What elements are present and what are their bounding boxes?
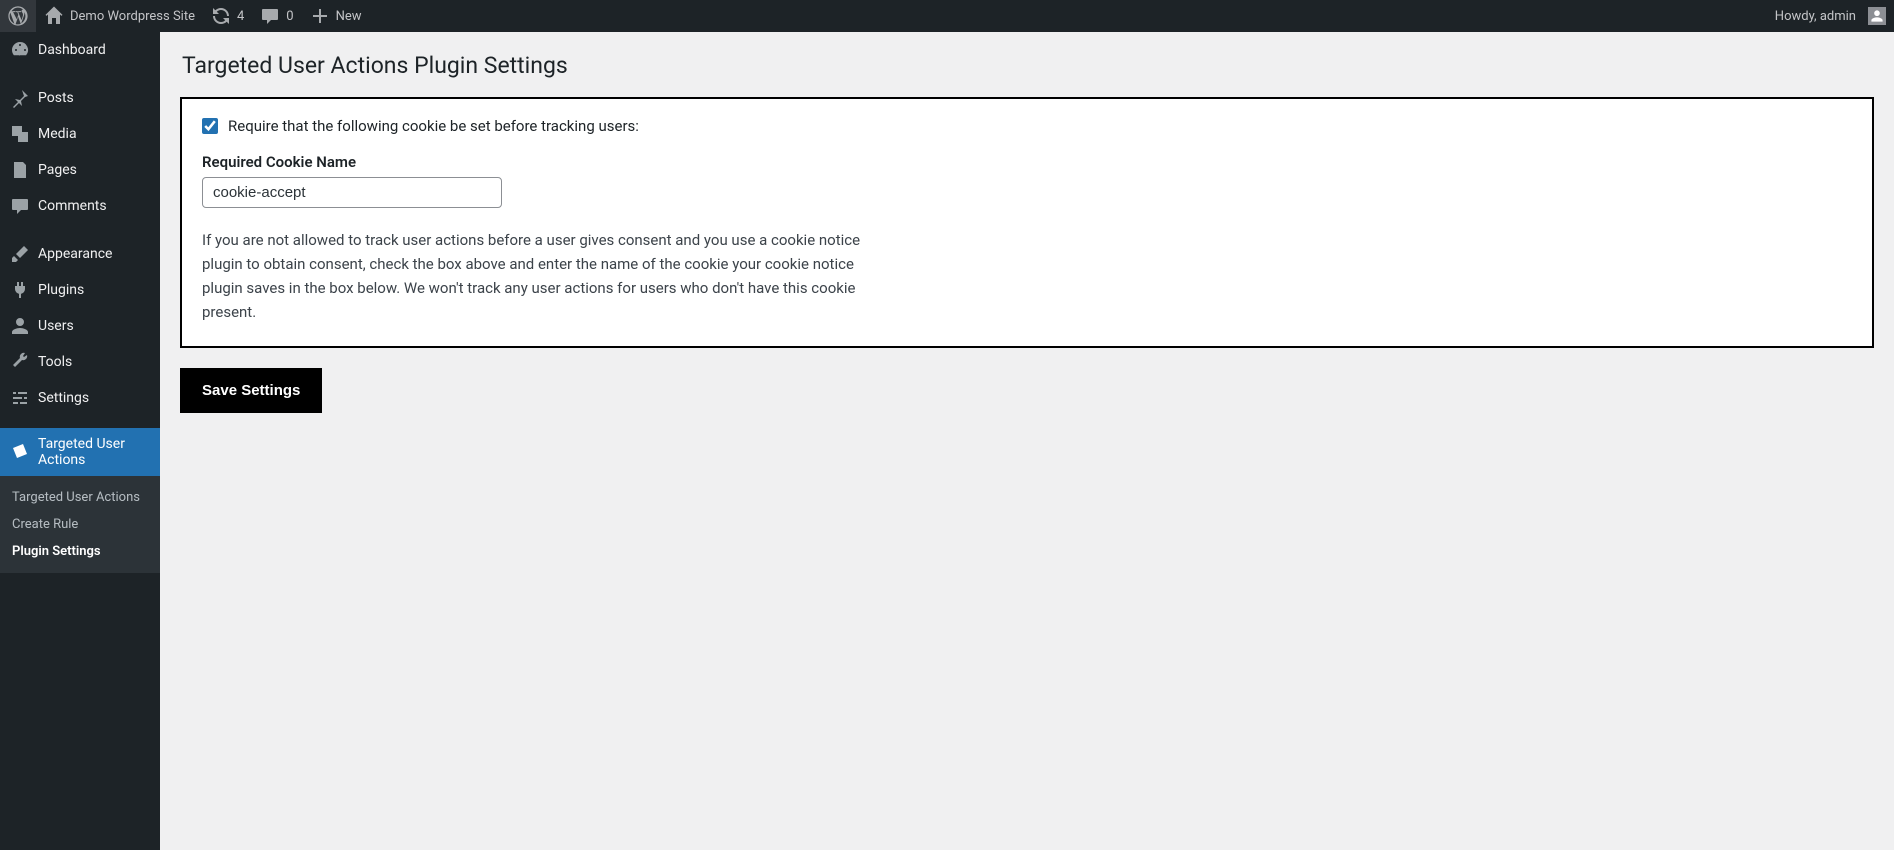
sidebar-item-label: Posts bbox=[38, 90, 74, 106]
new-label: New bbox=[336, 9, 362, 24]
site-name-link[interactable]: Demo Wordpress Site bbox=[36, 0, 203, 32]
sidebar-item-label: Tools bbox=[38, 354, 72, 370]
admin-toolbar: Demo Wordpress Site 4 0 New Howdy, admin bbox=[0, 0, 1894, 32]
sidebar-item-comments[interactable]: Comments bbox=[0, 188, 160, 224]
sidebar-item-pages[interactable]: Pages bbox=[0, 152, 160, 188]
howdy-text: Howdy, admin bbox=[1775, 9, 1856, 24]
sidebar-item-label: Settings bbox=[38, 390, 89, 406]
sidebar-item-media[interactable]: Media bbox=[0, 116, 160, 152]
new-content-link[interactable]: New bbox=[302, 0, 370, 32]
sidebar-item-posts[interactable]: Posts bbox=[0, 80, 160, 116]
submenu-item-plugin-settings[interactable]: Plugin Settings bbox=[0, 538, 160, 565]
help-text: If you are not allowed to track user act… bbox=[202, 228, 862, 324]
sidebar-item-label: Media bbox=[38, 126, 77, 142]
require-cookie-label: Require that the following cookie be set… bbox=[228, 117, 639, 135]
dashboard-icon bbox=[10, 40, 30, 60]
wp-logo-menu[interactable] bbox=[0, 0, 36, 32]
sidebar-item-label: Users bbox=[38, 318, 74, 334]
media-icon bbox=[10, 124, 30, 144]
submenu-item-create-rule[interactable]: Create Rule bbox=[0, 511, 160, 538]
require-cookie-row[interactable]: Require that the following cookie be set… bbox=[202, 117, 1852, 135]
avatar bbox=[1868, 7, 1886, 25]
sidebar-item-users[interactable]: Users bbox=[0, 308, 160, 344]
save-settings-button[interactable]: Save Settings bbox=[180, 368, 322, 413]
sidebar-item-settings[interactable]: Settings bbox=[0, 380, 160, 416]
main-content: Targeted User Actions Plugin Settings Re… bbox=[160, 32, 1894, 850]
sidebar-item-label: Appearance bbox=[38, 246, 112, 262]
cookie-name-label: Required Cookie Name bbox=[202, 153, 1852, 171]
site-name-text: Demo Wordpress Site bbox=[70, 9, 195, 24]
sidebar-item-label: Pages bbox=[38, 162, 77, 178]
admin-menu: Dashboard Posts Media Pages Comments App… bbox=[0, 32, 160, 850]
sliders-icon bbox=[10, 388, 30, 408]
wrench-icon bbox=[10, 352, 30, 372]
comments-link[interactable]: 0 bbox=[252, 0, 301, 32]
pin-icon bbox=[10, 88, 30, 108]
settings-panel: Require that the following cookie be set… bbox=[180, 97, 1874, 348]
plug-icon bbox=[10, 280, 30, 300]
sidebar-item-plugins[interactable]: Plugins bbox=[0, 272, 160, 308]
sidebar-item-targeted-user-actions[interactable]: Targeted User Actions bbox=[0, 428, 160, 476]
sidebar-item-label: Targeted User Actions bbox=[38, 436, 150, 468]
comments-count: 0 bbox=[286, 9, 293, 24]
sidebar-item-label: Plugins bbox=[38, 282, 84, 298]
my-account-link[interactable]: Howdy, admin bbox=[1767, 0, 1894, 32]
page-title: Targeted User Actions Plugin Settings bbox=[182, 52, 1874, 79]
sidebar-item-dashboard[interactable]: Dashboard bbox=[0, 32, 160, 68]
comment-icon bbox=[10, 196, 30, 216]
sidebar-item-appearance[interactable]: Appearance bbox=[0, 236, 160, 272]
ticket-icon bbox=[10, 442, 30, 462]
update-icon bbox=[211, 6, 231, 26]
user-icon bbox=[10, 316, 30, 336]
page-icon bbox=[10, 160, 30, 180]
wordpress-icon bbox=[8, 6, 28, 26]
submenu: Targeted User Actions Create Rule Plugin… bbox=[0, 476, 160, 573]
brush-icon bbox=[10, 244, 30, 264]
sidebar-item-label: Dashboard bbox=[38, 42, 106, 58]
plus-icon bbox=[310, 6, 330, 26]
submenu-item-targeted-user-actions[interactable]: Targeted User Actions bbox=[0, 484, 160, 511]
require-cookie-checkbox[interactable] bbox=[202, 118, 218, 134]
updates-count: 4 bbox=[237, 9, 244, 24]
sidebar-item-label: Comments bbox=[38, 198, 107, 214]
comment-icon bbox=[260, 6, 280, 26]
home-icon bbox=[44, 6, 64, 26]
cookie-name-input[interactable] bbox=[202, 177, 502, 208]
updates-link[interactable]: 4 bbox=[203, 0, 252, 32]
sidebar-item-tools[interactable]: Tools bbox=[0, 344, 160, 380]
